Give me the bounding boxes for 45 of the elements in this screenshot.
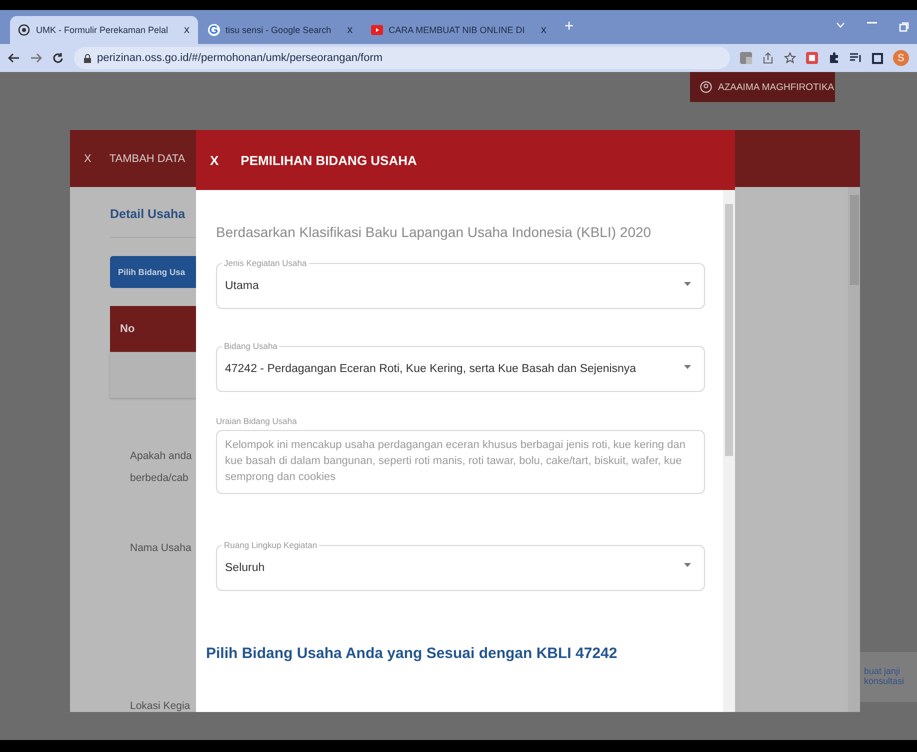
playlist-icon[interactable]	[850, 53, 862, 63]
lock-icon	[84, 54, 91, 62]
star-icon[interactable]	[784, 52, 796, 64]
question-label: berbeda/cab	[130, 472, 188, 484]
site-icon	[18, 24, 30, 36]
close-button[interactable]: X	[210, 152, 219, 168]
puzzle-icon[interactable]	[828, 52, 840, 64]
section-title: Detail Usaha	[110, 207, 186, 221]
back-arrow-icon[interactable]	[8, 53, 20, 63]
dialog-title: TAMBAH DATA	[109, 152, 186, 164]
scrollbar[interactable]	[723, 190, 735, 712]
restore-icon[interactable]	[899, 22, 909, 32]
reload-icon[interactable]	[52, 52, 64, 64]
browser-tab[interactable]: UMK - Formulir Perekaman Pelal x	[10, 16, 198, 44]
select-field[interactable]: Jenis Kegiatan Usaha Utama	[216, 258, 705, 309]
question-label: Nama Usaha	[130, 542, 192, 554]
forward-arrow-icon[interactable]	[30, 53, 42, 63]
minimize-icon[interactable]	[867, 22, 877, 24]
dropdown-caret-icon	[684, 364, 691, 368]
dialog-subtitle: Berdasarkan Klasifikasi Baku Lapangan Usaha Indonesia (KBLI) 2020	[216, 224, 652, 240]
browser-tab[interactable]: tisu sensi - Google Search x	[200, 16, 361, 44]
section-heading: Pilih Bidang Usaha Anda yang Sesuai dengan KBLI 47242	[206, 644, 618, 662]
shield-extension-icon[interactable]	[806, 52, 818, 64]
video-play-icon	[370, 25, 383, 35]
choose-business-button[interactable]: Pilih Bidang Usa	[110, 256, 196, 288]
tab-search-chevron-icon[interactable]	[836, 22, 845, 28]
column-header: No	[120, 323, 135, 335]
select-field[interactable]: Ruang Lingkup Kegiatan Seluruh	[216, 540, 705, 591]
dropdown-caret-icon	[684, 282, 691, 286]
user-avatar-icon	[700, 81, 712, 93]
dropdown-caret-icon	[684, 563, 691, 568]
question-label: Lokasi Kegia	[130, 700, 190, 712]
url-text: perizinan.oss.go.id/#/permohonan/umk/perseorangan/form	[97, 52, 383, 64]
side-panel-icon[interactable]	[872, 52, 883, 64]
browser-tab[interactable]: CARA MEMBUAT NIB ONLINE DI x	[362, 16, 554, 44]
user-menu[interactable]: AZAAIMA MAGHFIROTIKA	[690, 72, 835, 102]
address-bar[interactable]: perizinan.oss.go.id/#/permohonan/umk/perseorangan/form	[74, 47, 730, 69]
close-button[interactable]: X	[84, 152, 92, 164]
field-label: Uraian Bidang Usaha	[216, 416, 298, 426]
question-label: Apakah anda	[130, 450, 192, 462]
dialog-title: PEMILIHAN BIDANG USAHA	[240, 152, 417, 168]
google-g-icon	[208, 24, 220, 36]
share-icon[interactable]	[762, 52, 774, 64]
scrollbar[interactable]	[848, 187, 860, 712]
select-field[interactable]: Bidang Usaha 47242 - Perdagangan Eceran Roti, Kue Kering, serta Kue Basah dan Sejenisnya	[216, 341, 705, 392]
